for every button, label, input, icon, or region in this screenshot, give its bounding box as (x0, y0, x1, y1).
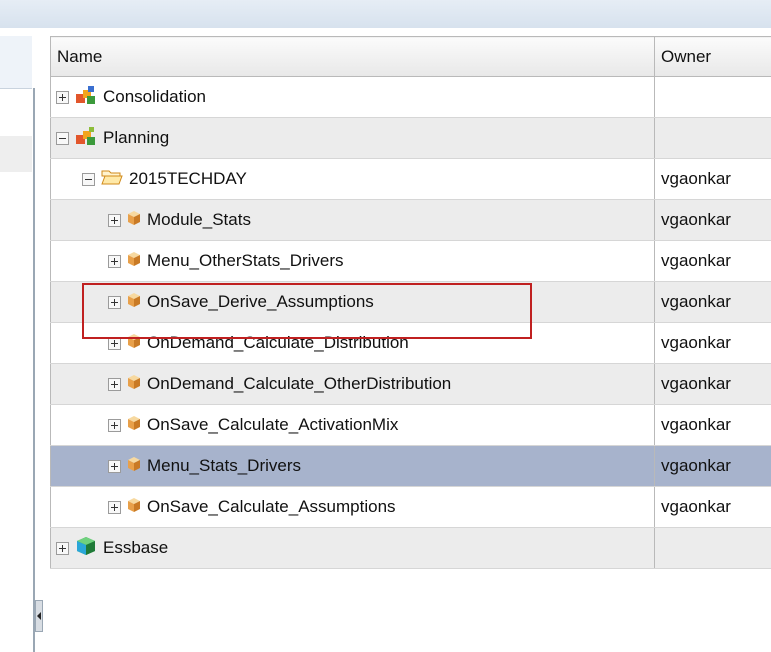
row-label[interactable]: OnSave_Derive_Assumptions (147, 292, 374, 312)
rule-cube-icon (127, 332, 141, 355)
collapse-panel-button[interactable] (35, 600, 43, 632)
planning-app-icon (75, 126, 97, 151)
owner-cell (654, 527, 771, 569)
name-column-header[interactable]: Name (50, 36, 655, 77)
row-label[interactable]: 2015TECHDAY (129, 169, 247, 189)
owner-cell: vgaonkar (654, 281, 771, 323)
owner-cell: vgaonkar (654, 363, 771, 405)
tree-row[interactable]: OnSave_Calculate_Assumptions vgaonkar (50, 486, 771, 528)
tree-row[interactable]: OnSave_Calculate_ActivationMix vgaonkar (50, 404, 771, 446)
name-cell[interactable]: Consolidation (50, 76, 655, 118)
owner-value (655, 538, 661, 557)
owner-value: vgaonkar (661, 456, 731, 475)
expand-node-icon[interactable] (108, 295, 121, 309)
rule-cube-icon (127, 455, 141, 478)
row-label[interactable]: Essbase (103, 538, 168, 558)
rule-cube-icon (127, 496, 141, 519)
name-cell[interactable]: Module_Stats (50, 199, 655, 241)
collapse-arrow-icon (37, 612, 41, 620)
owner-value (655, 128, 661, 147)
expand-node-icon[interactable] (108, 418, 121, 432)
owner-column-header[interactable]: Owner (654, 36, 771, 77)
name-cell[interactable]: OnDemand_Calculate_OtherDistribution (50, 363, 655, 405)
collapse-node-icon[interactable] (82, 172, 95, 186)
row-label[interactable]: Planning (103, 128, 169, 148)
expand-node-icon[interactable] (108, 213, 121, 227)
row-label[interactable]: Consolidation (103, 87, 206, 107)
expand-node-icon[interactable] (108, 377, 121, 391)
owner-value (655, 87, 661, 106)
essbase-app-icon (75, 536, 97, 561)
rule-cube-icon (127, 209, 141, 232)
tree-row[interactable]: Module_Stats vgaonkar (50, 199, 771, 241)
owner-cell (654, 76, 771, 118)
consolidation-app-icon (75, 85, 97, 110)
name-cell[interactable]: OnSave_Calculate_ActivationMix (50, 404, 655, 446)
tree-row[interactable]: OnDemand_Calculate_OtherDistribution vgao… (50, 363, 771, 405)
expand-node-icon[interactable] (108, 500, 121, 514)
name-cell[interactable]: OnDemand_Calculate_Distribution (50, 322, 655, 364)
name-cell[interactable]: 2015TECHDAY (50, 158, 655, 200)
owner-cell: vgaonkar (654, 322, 771, 364)
owner-cell: vgaonkar (654, 199, 771, 241)
owner-cell: vgaonkar (654, 240, 771, 282)
owner-cell (654, 117, 771, 159)
left-panel-row[interactable] (0, 136, 32, 172)
left-panel-tab[interactable] (0, 36, 32, 89)
expand-node-icon[interactable] (56, 541, 69, 555)
row-label[interactable]: OnDemand_Calculate_Distribution (147, 333, 409, 353)
tree-row[interactable]: OnDemand_Calculate_Distribution vgaonkar (50, 322, 771, 364)
owner-value: vgaonkar (661, 169, 731, 188)
rule-cube-icon (127, 250, 141, 273)
expand-node-icon[interactable] (108, 459, 121, 473)
tree-row[interactable]: Essbase (50, 527, 771, 569)
row-label[interactable]: OnSave_Calculate_Assumptions (147, 497, 396, 517)
tree-row[interactable]: Consolidation (50, 76, 771, 118)
owner-cell: vgaonkar (654, 445, 771, 487)
panel-splitter[interactable] (33, 88, 35, 652)
name-cell[interactable]: Menu_Stats_Drivers (50, 445, 655, 487)
table-header-row: Name Owner (50, 36, 771, 77)
expand-node-icon[interactable] (108, 254, 121, 268)
artifact-tree-table: Name Owner Consolidation Planning 2015TECH… (50, 36, 771, 569)
row-label[interactable]: Menu_OtherStats_Drivers (147, 251, 344, 271)
expand-node-icon[interactable] (108, 336, 121, 350)
window-header-bar (0, 0, 771, 28)
owner-value: vgaonkar (661, 251, 731, 270)
tree-row[interactable]: Menu_OtherStats_Drivers vgaonkar (50, 240, 771, 282)
collapse-node-icon[interactable] (56, 131, 69, 145)
rule-cube-icon (127, 373, 141, 396)
name-cell[interactable]: Essbase (50, 527, 655, 569)
owner-cell: vgaonkar (654, 404, 771, 446)
owner-value: vgaonkar (661, 415, 731, 434)
owner-value: vgaonkar (661, 292, 731, 311)
row-label[interactable]: Menu_Stats_Drivers (147, 456, 301, 476)
owner-cell: vgaonkar (654, 486, 771, 528)
name-cell[interactable]: Planning (50, 117, 655, 159)
owner-value: vgaonkar (661, 210, 731, 229)
row-label[interactable]: Module_Stats (147, 210, 251, 230)
row-label[interactable]: OnSave_Calculate_ActivationMix (147, 415, 398, 435)
left-panel (0, 28, 36, 652)
owner-value: vgaonkar (661, 333, 731, 352)
tree-row[interactable]: Planning (50, 117, 771, 159)
owner-value: vgaonkar (661, 497, 731, 516)
open-folder-icon (101, 168, 123, 191)
owner-cell: vgaonkar (654, 158, 771, 200)
tree-row[interactable]: 2015TECHDAY vgaonkar (50, 158, 771, 200)
name-cell[interactable]: Menu_OtherStats_Drivers (50, 240, 655, 282)
owner-value: vgaonkar (661, 374, 731, 393)
name-cell[interactable]: OnSave_Derive_Assumptions (50, 281, 655, 323)
name-cell[interactable]: OnSave_Calculate_Assumptions (50, 486, 655, 528)
rule-cube-icon (127, 414, 141, 437)
tree-row[interactable]: OnSave_Derive_Assumptions vgaonkar (50, 281, 771, 323)
expand-node-icon[interactable] (56, 90, 69, 104)
tree-row[interactable]: Menu_Stats_Drivers vgaonkar (50, 445, 771, 487)
rule-cube-icon (127, 291, 141, 314)
row-label[interactable]: OnDemand_Calculate_OtherDistribution (147, 374, 451, 394)
